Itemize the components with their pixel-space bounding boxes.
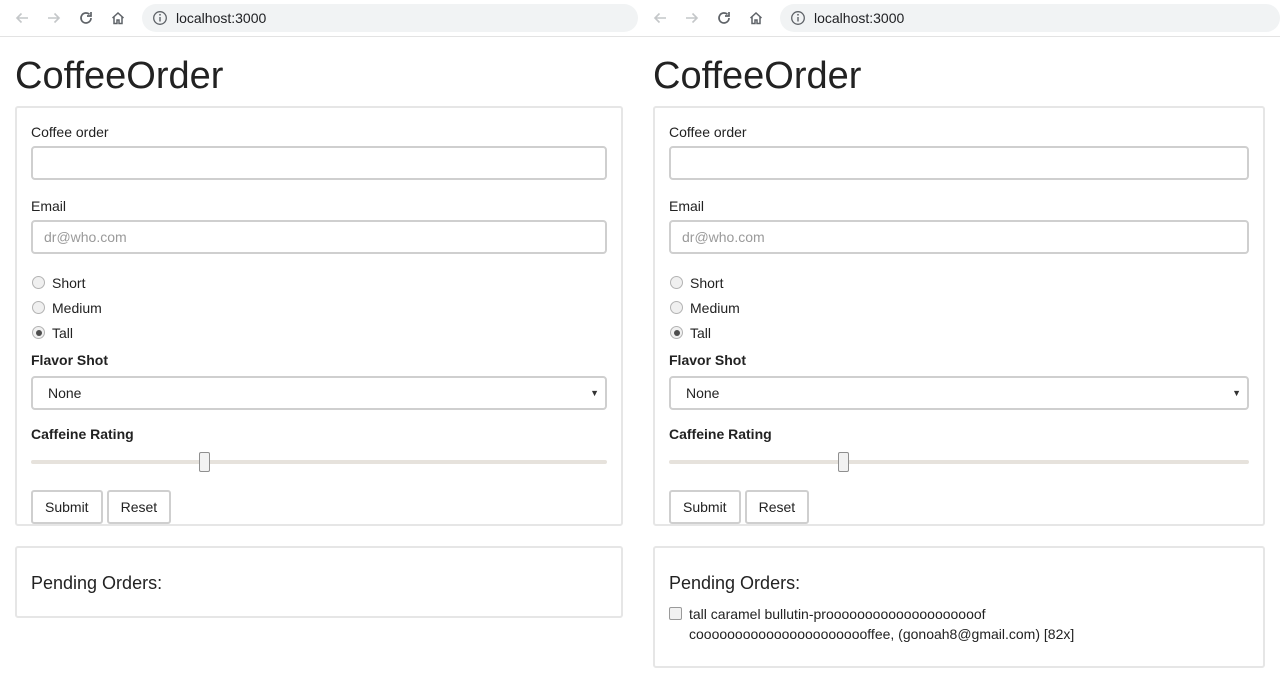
flavor-selected-value: None bbox=[686, 385, 720, 401]
order-checkbox[interactable] bbox=[669, 607, 682, 620]
coffee-order-label: Coffee order bbox=[31, 124, 109, 140]
reload-icon[interactable] bbox=[708, 2, 740, 34]
coffee-order-input[interactable] bbox=[31, 146, 607, 180]
pending-orders-panel: Pending Orders: tall caramel bullutin-pr… bbox=[653, 546, 1265, 668]
flavor-shot-label: Flavor Shot bbox=[669, 352, 747, 368]
coffee-order-input[interactable] bbox=[669, 146, 1249, 180]
email-input[interactable] bbox=[669, 220, 1249, 254]
submit-button[interactable]: Submit bbox=[669, 490, 741, 524]
browser-toolbar: localhost:3000 bbox=[0, 0, 638, 37]
pending-orders-title: Pending Orders: bbox=[31, 573, 163, 593]
split-screen: localhost:3000 CoffeeOrder Coffee order … bbox=[0, 0, 1280, 680]
info-icon bbox=[153, 11, 167, 25]
browser-window-left: localhost:3000 CoffeeOrder Coffee order … bbox=[0, 0, 638, 680]
reset-button[interactable]: Reset bbox=[744, 490, 810, 524]
caffeine-rating-label: Caffeine Rating bbox=[31, 426, 134, 442]
back-arrow-icon[interactable] bbox=[6, 2, 38, 34]
form-buttons: Submit Reset bbox=[31, 490, 607, 524]
home-icon[interactable] bbox=[740, 2, 772, 34]
browser-window-right: localhost:3000 CoffeeOrder Coffee order … bbox=[638, 0, 1280, 680]
size-option-tall[interactable]: Tall bbox=[669, 320, 1249, 345]
email-label: Email bbox=[669, 198, 705, 214]
slider-track[interactable] bbox=[31, 460, 607, 464]
forward-arrow-icon[interactable] bbox=[676, 2, 708, 34]
dropdown-arrow-icon: ▼ bbox=[1232, 388, 1241, 398]
form-buttons: Submit Reset bbox=[669, 490, 1249, 524]
size-radio-group: Short Medium Tall bbox=[669, 270, 1249, 345]
page-content: CoffeeOrder Coffee order Email Short Med… bbox=[0, 56, 638, 618]
forward-arrow-icon[interactable] bbox=[38, 2, 70, 34]
url-text: localhost:3000 bbox=[176, 10, 267, 26]
email-label: Email bbox=[31, 198, 67, 214]
coffee-order-label: Coffee order bbox=[669, 124, 747, 140]
radio-button[interactable] bbox=[32, 301, 45, 314]
pending-orders-title: Pending Orders: bbox=[669, 573, 801, 593]
size-option-label: Short bbox=[52, 274, 86, 291]
size-option-label: Tall bbox=[690, 324, 712, 341]
size-option-label: Short bbox=[690, 274, 724, 291]
size-option-label: Medium bbox=[690, 299, 740, 316]
radio-button[interactable] bbox=[32, 276, 45, 289]
slider-track[interactable] bbox=[669, 460, 1249, 464]
browser-toolbar: localhost:3000 bbox=[638, 0, 1280, 37]
caffeine-rating-label: Caffeine Rating bbox=[669, 426, 772, 442]
back-arrow-icon[interactable] bbox=[644, 2, 676, 34]
size-option-short[interactable]: Short bbox=[669, 270, 1249, 295]
size-option-label: Medium bbox=[52, 299, 102, 316]
home-icon[interactable] bbox=[102, 2, 134, 34]
order-text: tall caramel bullutin-proooooooooooooooo… bbox=[689, 606, 1075, 642]
radio-button-checked[interactable] bbox=[32, 326, 45, 339]
order-form: Coffee order Email Short Medium T bbox=[653, 106, 1265, 526]
dropdown-arrow-icon: ▼ bbox=[590, 388, 599, 398]
radio-button[interactable] bbox=[670, 276, 683, 289]
flavor-shot-label: Flavor Shot bbox=[31, 352, 109, 368]
page-content: CoffeeOrder Coffee order Email Short Med… bbox=[638, 56, 1280, 668]
radio-button-checked[interactable] bbox=[670, 326, 683, 339]
size-radio-group: Short Medium Tall bbox=[31, 270, 607, 345]
size-option-tall[interactable]: Tall bbox=[31, 320, 607, 345]
reset-button[interactable]: Reset bbox=[106, 490, 172, 524]
order-form: Coffee order Email Short Medium T bbox=[15, 106, 623, 526]
address-bar[interactable]: localhost:3000 bbox=[780, 4, 1280, 32]
order-item[interactable]: tall caramel bullutin-proooooooooooooooo… bbox=[669, 604, 1249, 644]
size-option-label: Tall bbox=[52, 324, 74, 341]
email-input[interactable] bbox=[31, 220, 607, 254]
size-option-short[interactable]: Short bbox=[31, 270, 607, 295]
size-option-medium[interactable]: Medium bbox=[31, 295, 607, 320]
flavor-selected-value: None bbox=[48, 385, 82, 401]
slider-thumb[interactable] bbox=[198, 452, 210, 472]
submit-button[interactable]: Submit bbox=[31, 490, 103, 524]
url-text: localhost:3000 bbox=[814, 10, 905, 26]
flavor-shot-select[interactable]: None ▼ bbox=[31, 376, 607, 410]
reload-icon[interactable] bbox=[70, 2, 102, 34]
info-icon bbox=[791, 11, 805, 25]
flavor-shot-select[interactable]: None ▼ bbox=[669, 376, 1249, 410]
page-title: CoffeeOrder bbox=[653, 55, 862, 97]
caffeine-rating-slider[interactable] bbox=[31, 450, 607, 474]
slider-thumb[interactable] bbox=[838, 452, 849, 472]
pending-orders-panel: Pending Orders: bbox=[15, 546, 623, 618]
address-bar[interactable]: localhost:3000 bbox=[142, 4, 638, 32]
page-title: CoffeeOrder bbox=[15, 55, 224, 97]
size-option-medium[interactable]: Medium bbox=[669, 295, 1249, 320]
radio-button[interactable] bbox=[670, 301, 683, 314]
caffeine-rating-slider[interactable] bbox=[669, 450, 1249, 474]
